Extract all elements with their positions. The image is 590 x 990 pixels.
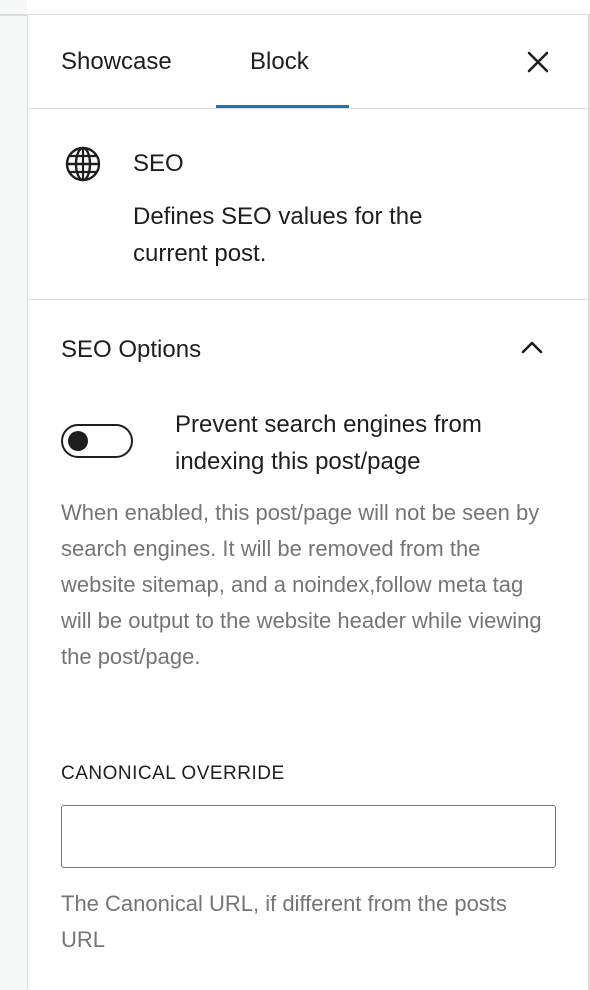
block-card: SEO Defines SEO values for the current p… bbox=[28, 109, 588, 300]
active-tab-indicator bbox=[216, 105, 349, 108]
prevent-indexing-help: When enabled, this post/page will not be… bbox=[61, 500, 542, 669]
block-description: Defines SEO values for the current post. bbox=[133, 203, 423, 267]
close-icon bbox=[527, 51, 549, 73]
seo-options-title: SEO Options bbox=[61, 336, 202, 363]
sidebar-tabs: Showcase Block bbox=[28, 15, 588, 109]
chevron-up-icon bbox=[521, 341, 543, 354]
editor-canvas-edge bbox=[0, 0, 27, 990]
prevent-indexing-label: Prevent search engines from indexing thi… bbox=[175, 411, 482, 475]
canonical-help: The Canonical URL, if different from the… bbox=[61, 891, 507, 952]
globe-icon bbox=[65, 146, 101, 182]
toggle-knob bbox=[68, 431, 88, 451]
block-settings-sidebar: Showcase Block SEO Defines SEO values fo… bbox=[27, 15, 590, 990]
seo-options-panel-toggle[interactable]: SEO Options bbox=[28, 300, 588, 400]
canonical-url-input[interactable] bbox=[61, 805, 556, 868]
prevent-indexing-toggle[interactable] bbox=[61, 424, 133, 458]
editor-frame: Showcase Block SEO Defines SEO values fo… bbox=[0, 0, 590, 990]
tab-showcase[interactable]: Showcase bbox=[61, 15, 172, 108]
canonical-override-label: Canonical Override bbox=[61, 763, 285, 784]
block-title: SEO bbox=[133, 150, 184, 177]
close-sidebar-button[interactable] bbox=[524, 48, 552, 76]
tab-block[interactable]: Block bbox=[250, 15, 309, 108]
